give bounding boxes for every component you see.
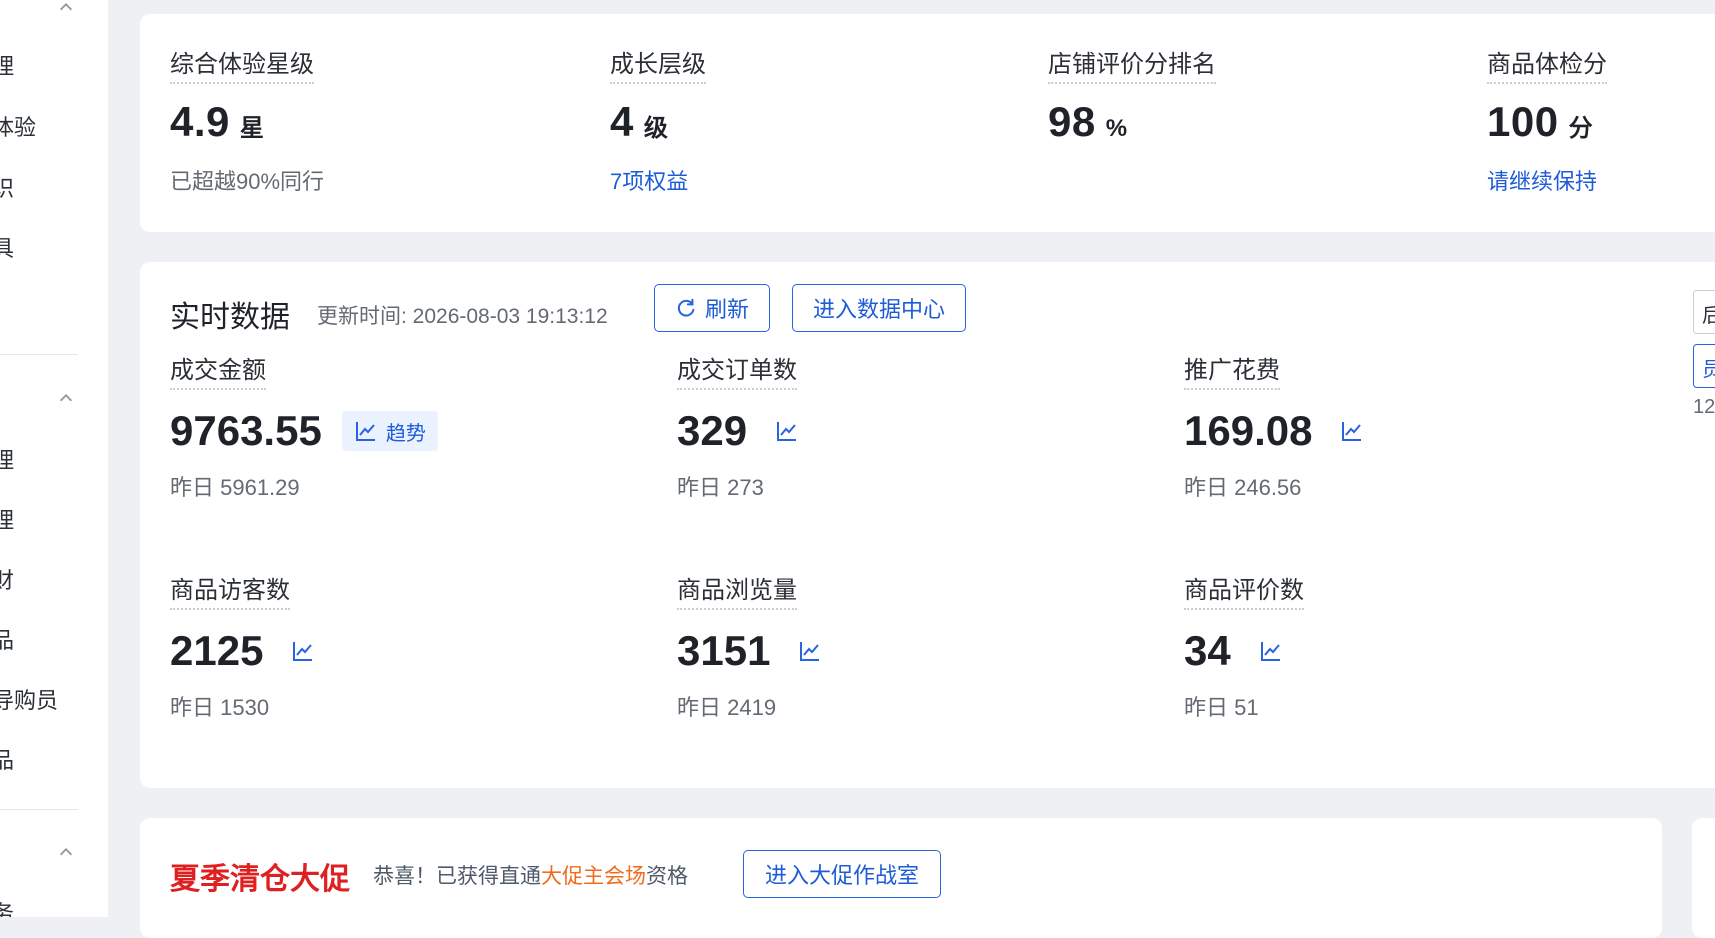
metric-value: 100 bbox=[1487, 98, 1559, 145]
edge-fragment: 员 bbox=[1702, 359, 1715, 381]
sidebar-item[interactable]: 体验 bbox=[0, 114, 36, 142]
chevron-up-icon[interactable] bbox=[55, 843, 77, 865]
metric-value-row: 34 bbox=[1184, 626, 1304, 676]
metric-value: 169.08 bbox=[1184, 407, 1313, 454]
metric-value-row: 9763.55 趋势 bbox=[170, 406, 438, 456]
metric-value: 2125 bbox=[170, 627, 264, 674]
sidebar-item[interactable]: 理 bbox=[0, 447, 14, 475]
trend-label: 趋势 bbox=[385, 422, 426, 445]
metric-value-row: 100 分 bbox=[1487, 98, 1607, 146]
metric-label[interactable]: 成长层级 bbox=[610, 44, 706, 84]
sidebar-item[interactable]: 务 bbox=[0, 900, 14, 917]
metric-yesterday: 昨日 273 bbox=[677, 475, 764, 500]
metric-label[interactable]: 综合体验星级 bbox=[170, 44, 314, 84]
metric-product-health: 商品体检分 100 分 请继续保持 bbox=[1487, 44, 1607, 196]
metric-gmv: 成交金额 9763.55 趋势 昨日 5961.29 bbox=[170, 350, 438, 502]
realtime-data-card: 实时数据 更新时间: 2026-08-03 19:13:12 刷新 进入数据中心… bbox=[140, 262, 1715, 788]
refresh-icon bbox=[677, 298, 695, 317]
keep-up-link[interactable]: 请继续保持 bbox=[1487, 164, 1607, 196]
metric-value: 4 bbox=[610, 98, 634, 145]
edge-button[interactable]: 员 bbox=[1693, 344, 1715, 388]
metric-yesterday: 昨日 5961.29 bbox=[170, 475, 300, 500]
metric-orders: 成交订单数 329 昨日 273 bbox=[677, 350, 799, 502]
metric-value-row: 98 % bbox=[1048, 98, 1216, 146]
promo-text-before: 恭喜！已获得直通 bbox=[373, 865, 541, 888]
sidebar: 理 体验 识 具 理 理 财 品 导购员 品 务 bbox=[0, 0, 108, 917]
metric-value-row: 2125 bbox=[170, 626, 315, 676]
metric-label[interactable]: 成交订单数 bbox=[677, 350, 797, 390]
metric-ad-spend: 推广花费 169.08 昨日 246.56 bbox=[1184, 350, 1364, 502]
metric-value-row: 329 bbox=[677, 406, 799, 456]
store-overview-card: 综合体验星级 4.9 星 已超越90%同行 成长层级 4 级 7项权益 店铺评价… bbox=[140, 14, 1715, 232]
metric-visitors: 商品访客数 2125 昨日 1530 bbox=[170, 570, 315, 722]
metric-value: 34 bbox=[1184, 627, 1231, 674]
trend-chart-icon[interactable] bbox=[1340, 419, 1364, 443]
metric-value: 9763.55 bbox=[170, 407, 322, 454]
edge-fragment: 后 bbox=[1702, 305, 1715, 327]
metric-growth-level: 成长层级 4 级 7项权益 bbox=[610, 44, 706, 196]
sidebar-item[interactable]: 具 bbox=[0, 235, 14, 263]
metric-label[interactable]: 店铺评价分排名 bbox=[1048, 44, 1216, 84]
trend-chart-icon bbox=[355, 422, 375, 441]
promo-title: 夏季清仓大促 bbox=[170, 863, 350, 896]
sidebar-item[interactable]: 财 bbox=[0, 567, 14, 595]
refresh-button[interactable]: 刷新 bbox=[654, 284, 770, 332]
data-center-button[interactable]: 进入数据中心 bbox=[792, 284, 966, 332]
metric-value: 329 bbox=[677, 407, 748, 454]
promo-warroom-button[interactable]: 进入大促作战室 bbox=[743, 850, 941, 898]
metric-unit: 星 bbox=[239, 115, 264, 142]
promo-highlight: 大促主会场 bbox=[541, 865, 646, 888]
benefits-link[interactable]: 7项权益 bbox=[610, 164, 706, 196]
metric-pageviews: 商品浏览量 3151 昨日 2419 bbox=[677, 570, 822, 722]
metric-value-row: 4.9 星 bbox=[170, 98, 324, 146]
metric-label[interactable]: 商品访客数 bbox=[170, 570, 290, 610]
metric-yesterday: 昨日 246.56 bbox=[1184, 475, 1302, 500]
metric-sub: 已超越90%同行 bbox=[170, 169, 325, 194]
metric-value-row: 3151 bbox=[677, 626, 822, 676]
trend-chart-icon[interactable] bbox=[798, 639, 822, 663]
update-time: 更新时间: 2026-08-03 19:13:12 bbox=[317, 305, 608, 328]
promo-text: 恭喜！已获得直通大促主会场资格 bbox=[373, 860, 688, 890]
metric-unit: 级 bbox=[643, 115, 668, 142]
metric-label[interactable]: 推广花费 bbox=[1184, 350, 1280, 390]
metric-reviews: 商品评价数 34 昨日 51 bbox=[1184, 570, 1304, 722]
chevron-up-icon[interactable] bbox=[55, 0, 77, 20]
trend-chart-icon[interactable] bbox=[291, 639, 315, 663]
sidebar-item[interactable]: 识 bbox=[0, 175, 14, 203]
trend-chart-icon[interactable] bbox=[1259, 639, 1283, 663]
promo-card: 夏季清仓大促 恭喜！已获得直通大促主会场资格 进入大促作战室 bbox=[140, 818, 1662, 938]
trend-button[interactable]: 趋势 bbox=[341, 411, 438, 451]
chevron-up-icon[interactable] bbox=[55, 389, 77, 411]
metric-yesterday: 昨日 51 bbox=[1184, 695, 1259, 720]
sidebar-divider bbox=[0, 809, 78, 810]
sidebar-divider bbox=[0, 354, 78, 355]
metric-label[interactable]: 商品评价数 bbox=[1184, 570, 1304, 610]
metric-value: 3151 bbox=[677, 627, 771, 674]
edge-fragment: 12 bbox=[1693, 396, 1715, 418]
edge-select[interactable]: 后 bbox=[1693, 290, 1715, 334]
side-card bbox=[1692, 818, 1715, 938]
metric-unit: 分 bbox=[1568, 115, 1593, 142]
sidebar-item[interactable]: 理 bbox=[0, 507, 14, 535]
metric-label[interactable]: 成交金额 bbox=[170, 350, 266, 390]
metric-label[interactable]: 商品浏览量 bbox=[677, 570, 797, 610]
section-title: 实时数据 bbox=[170, 301, 290, 334]
metric-unit: % bbox=[1105, 115, 1128, 142]
metric-value-row: 169.08 bbox=[1184, 406, 1364, 456]
metric-yesterday: 昨日 1530 bbox=[170, 695, 270, 720]
promo-text-after: 资格 bbox=[646, 865, 688, 888]
metric-label[interactable]: 商品体检分 bbox=[1487, 44, 1607, 84]
metric-yesterday: 昨日 2419 bbox=[677, 695, 777, 720]
metric-review-rank: 店铺评价分排名 98 % bbox=[1048, 44, 1216, 146]
metric-value-row: 4 级 bbox=[610, 98, 706, 146]
metric-value: 4.9 bbox=[170, 98, 230, 145]
refresh-label: 刷新 bbox=[704, 297, 749, 322]
metric-experience-stars: 综合体验星级 4.9 星 已超越90%同行 bbox=[170, 44, 324, 196]
sidebar-item[interactable]: 品 bbox=[0, 747, 14, 775]
sidebar-item[interactable]: 导购员 bbox=[0, 687, 58, 715]
trend-chart-icon[interactable] bbox=[775, 419, 799, 443]
metric-value: 98 bbox=[1048, 98, 1096, 145]
sidebar-item[interactable]: 品 bbox=[0, 627, 14, 655]
sidebar-item[interactable]: 理 bbox=[0, 53, 14, 81]
